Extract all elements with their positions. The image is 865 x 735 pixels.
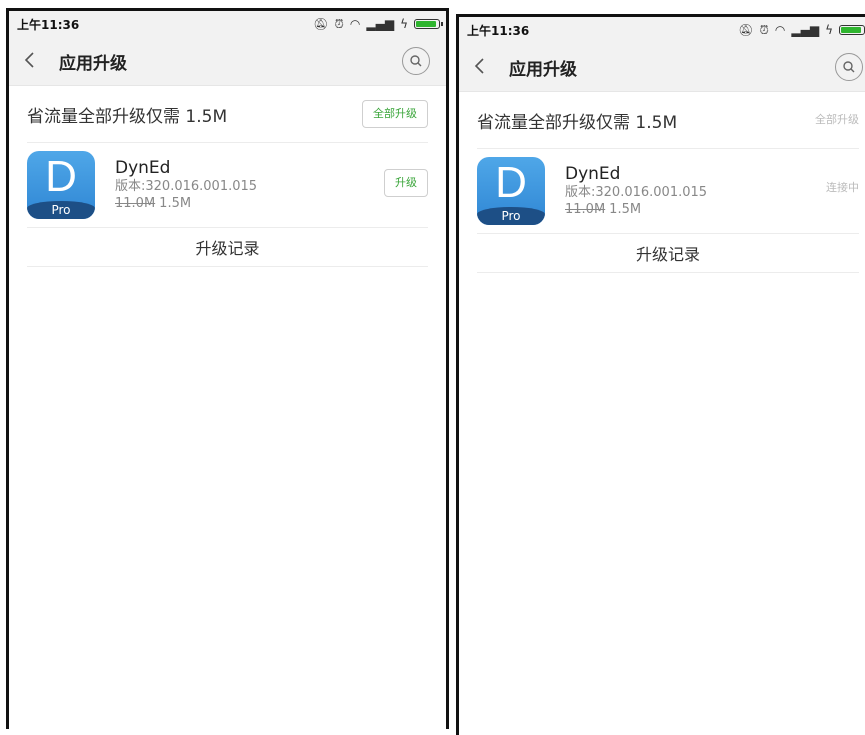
upgrade-summary-text: 省流量全部升级仅需 1.5M bbox=[27, 106, 228, 127]
battery-icon bbox=[414, 19, 443, 29]
status-bar: 上午11:36 🔕︎ ⏰︎ ◠ ▂▄▆ ϟ bbox=[9, 11, 446, 37]
app-info: DynEd 版本:320.016.001.015 11.0M 1.5M bbox=[115, 158, 257, 212]
app-info: DynEd 版本:320.016.001.015 11.0M 1.5M bbox=[565, 164, 707, 218]
app-version: 版本:320.016.001.015 bbox=[115, 179, 258, 194]
app-icon-letter: D bbox=[45, 152, 77, 201]
back-icon[interactable] bbox=[473, 57, 501, 78]
upgrade-all-button[interactable]: 全部升级 bbox=[362, 100, 428, 128]
upgrade-summary-text: 省流量全部升级仅需 1.5M bbox=[477, 112, 678, 133]
status-icons: 🔕︎ ⏰︎ ◠ ▂▄▆ ϟ bbox=[313, 16, 443, 32]
app-list-item[interactable]: D Pro DynEd 版本:320.016.001.015 11.0M 1.5M… bbox=[27, 143, 428, 228]
app-size: 11.0M 1.5M bbox=[115, 195, 257, 212]
back-icon[interactable] bbox=[23, 51, 51, 72]
app-old-size: 11.0M bbox=[565, 202, 606, 217]
app-icon-letter: D bbox=[495, 158, 527, 207]
upgrade-button[interactable]: 升级 bbox=[384, 169, 428, 197]
search-icon[interactable] bbox=[835, 53, 863, 81]
app-version: 版本:320.016.001.015 bbox=[565, 185, 708, 200]
connecting-status: 连接中 bbox=[826, 181, 859, 194]
alarm-icon: ⏰︎ bbox=[759, 22, 769, 37]
status-icons: 🔕︎ ⏰︎ ◠ ▂▄▆ ϟ bbox=[738, 23, 865, 38]
charging-icon: ϟ bbox=[400, 17, 408, 31]
alarm-icon: ⏰︎ bbox=[334, 16, 344, 31]
mute-icon: 🔕︎ bbox=[313, 17, 329, 31]
upgrade-summary-row: 省流量全部升级仅需 1.5M 全部升级 bbox=[477, 92, 859, 149]
wifi-icon: ◠ bbox=[349, 17, 361, 31]
upgrade-summary-row: 省流量全部升级仅需 1.5M 全部升级 bbox=[27, 86, 428, 143]
app-name: DynEd bbox=[565, 164, 621, 184]
page-title: 应用升级 bbox=[509, 59, 577, 80]
app-old-size: 11.0M bbox=[115, 196, 156, 211]
status-time: 上午11:36 bbox=[467, 23, 530, 38]
app-icon-badge: Pro bbox=[477, 207, 545, 225]
phone-screen-right: 上午11:36 🔕︎ ⏰︎ ◠ ▂▄▆ ϟ 应用升级 省流量全部升级仅需 1.5… bbox=[456, 14, 865, 735]
search-icon[interactable] bbox=[402, 47, 430, 75]
phone-screen-left: 上午11:36 🔕︎ ⏰︎ ◠ ▂▄▆ ϟ 应用升级 省流量全部升级仅需 1.5… bbox=[6, 8, 449, 729]
app-icon-badge: Pro bbox=[27, 201, 95, 219]
mute-icon: 🔕︎ bbox=[738, 23, 754, 37]
app-new-size: 1.5M bbox=[159, 196, 192, 211]
app-name: DynEd bbox=[115, 158, 171, 178]
app-size: 11.0M 1.5M bbox=[565, 201, 707, 218]
signal-icon: ▂▄▆ bbox=[366, 17, 395, 31]
app-list-item[interactable]: D Pro DynEd 版本:320.016.001.015 11.0M 1.5M… bbox=[477, 149, 859, 234]
upgrade-history-link[interactable]: 升级记录 bbox=[477, 234, 859, 273]
charging-icon: ϟ bbox=[825, 23, 833, 37]
battery-icon bbox=[839, 25, 865, 35]
wifi-icon: ◠ bbox=[774, 23, 786, 37]
page-title: 应用升级 bbox=[59, 53, 127, 74]
title-bar: 应用升级 bbox=[9, 37, 446, 86]
upgrade-all-button[interactable]: 全部升级 bbox=[815, 106, 859, 134]
title-bar: 应用升级 bbox=[459, 43, 865, 92]
signal-icon: ▂▄▆ bbox=[791, 23, 820, 37]
status-bar: 上午11:36 🔕︎ ⏰︎ ◠ ▂▄▆ ϟ bbox=[459, 17, 865, 43]
dyned-app-icon: D Pro bbox=[27, 151, 95, 219]
status-time: 上午11:36 bbox=[17, 17, 80, 32]
upgrade-history-link[interactable]: 升级记录 bbox=[27, 228, 428, 267]
dyned-app-icon: D Pro bbox=[477, 157, 545, 225]
app-new-size: 1.5M bbox=[609, 202, 642, 217]
